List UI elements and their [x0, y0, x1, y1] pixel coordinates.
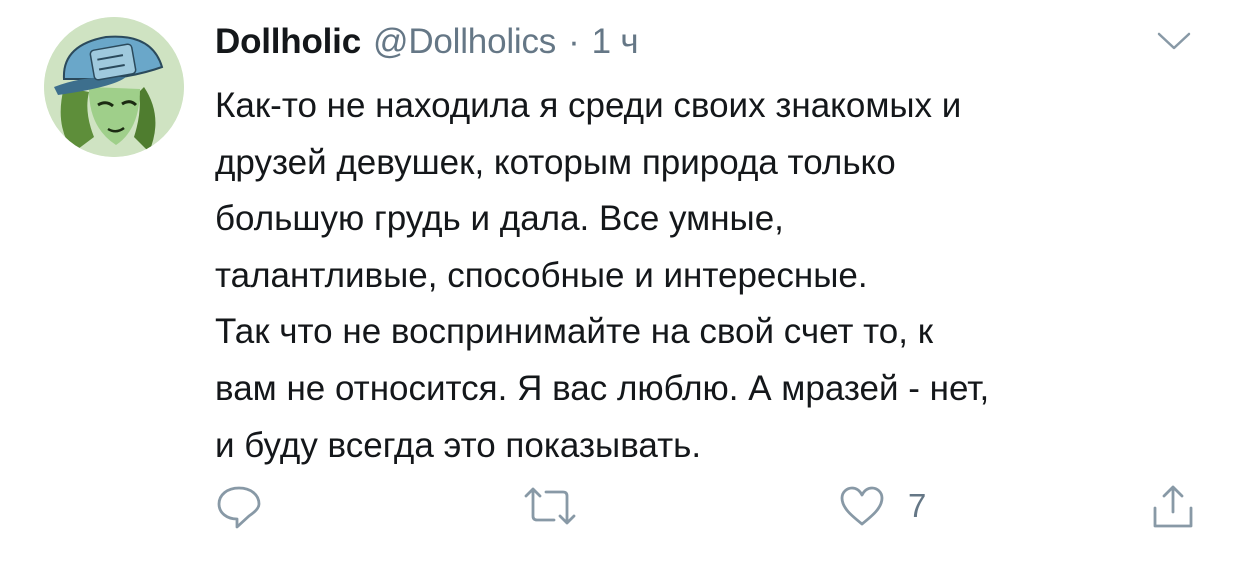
- chevron-down-icon[interactable]: [1156, 30, 1192, 54]
- like-button[interactable]: 7: [838, 478, 926, 534]
- reply-icon: [217, 486, 261, 529]
- display-name[interactable]: Dollholic: [215, 22, 361, 62]
- timestamp[interactable]: 1 ч: [592, 22, 639, 62]
- tweet-text-line: Как-то не находила я среди своих знакомы…: [215, 86, 962, 125]
- share-icon: [1153, 485, 1193, 528]
- retweet-icon: [524, 487, 576, 525]
- tweet-text-line: Так что не воспринимайте на свой счет то…: [215, 312, 934, 352]
- tweet-text-line: и буду всегда это показывать.: [215, 425, 702, 465]
- separator-dot: ·: [568, 22, 580, 61]
- share-button[interactable]: [1150, 478, 1196, 534]
- avatar-illustration: [44, 17, 184, 157]
- tweet-text-line: талантливые, способные и интересные.: [215, 255, 868, 295]
- avatar[interactable]: [44, 17, 184, 157]
- tweet-header: Dollholic @Dollholics · 1 ч: [215, 18, 639, 66]
- tweet-text-line: вам не относится. Я вас люблю. А мразей …: [215, 368, 990, 408]
- reply-button[interactable]: [215, 478, 263, 534]
- tweet-text: Как-то не находила я среди своих знакомы…: [215, 78, 1205, 474]
- tweet[interactable]: Dollholic @Dollholics · 1 ч Как-то не на…: [0, 0, 1242, 567]
- tweet-text-line: большую грудь и дала. Все умные,: [215, 199, 784, 239]
- heart-icon: [840, 486, 884, 526]
- tweet-text-line: друзей девушек, которым природа только: [215, 142, 896, 182]
- user-handle[interactable]: @Dollholics: [373, 22, 556, 62]
- retweet-button[interactable]: [520, 478, 580, 534]
- like-count: 7: [908, 487, 927, 524]
